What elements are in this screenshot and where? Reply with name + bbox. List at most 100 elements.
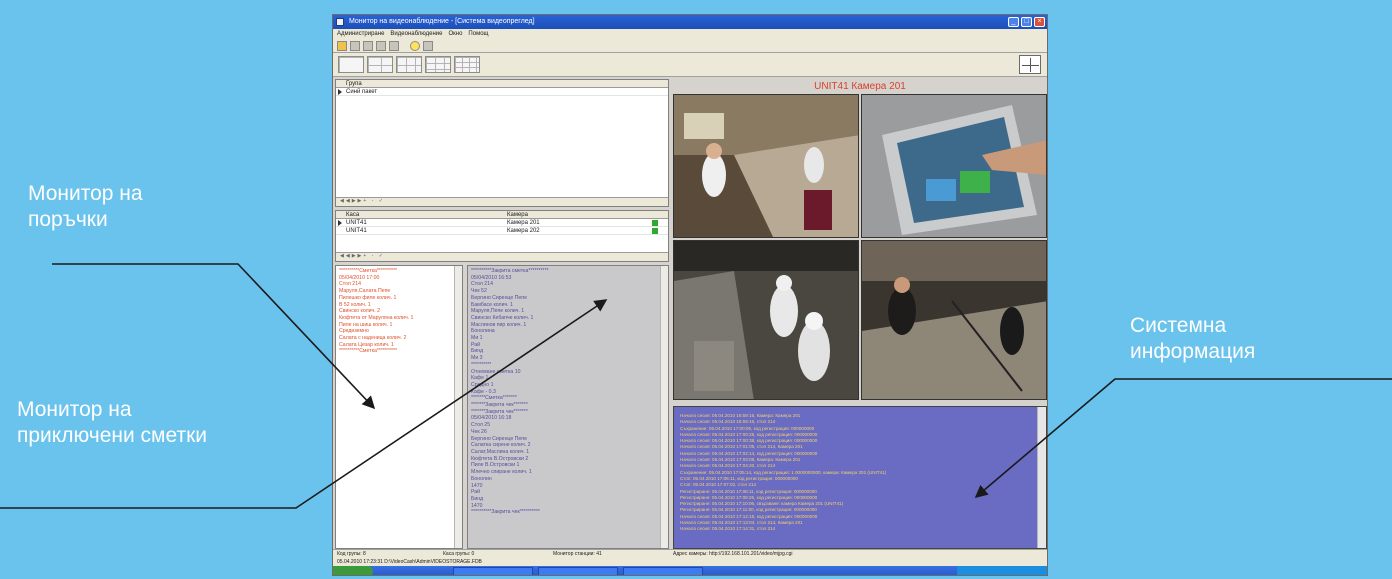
camera-view-2[interactable] [861,94,1047,238]
closed-bill-line: 05/04/2010 16:18 [471,415,512,422]
row-pointer-icon [338,220,342,226]
groups-grid-cell: Синй пакет [346,89,378,95]
camera-2-feed [862,95,1046,237]
order-line: 05/04/2010 17:00 [339,274,380,281]
order-scrollbar[interactable] [454,266,462,548]
menu-bar: Администриране Видеонаблюдение Окно Помо… [333,29,1047,39]
order-line: Пилешко филе колич. 1 [339,294,397,301]
layout-3x2-button[interactable] [396,56,422,73]
taskbar-item[interactable] [538,567,618,575]
closed-bill-line: Бинд [471,495,484,502]
log-line: Начало сесия: 05.04.2010 17:14:31, стол … [680,526,776,532]
layout-single-view-button[interactable] [1019,55,1041,74]
system-info-panel: Начало сесия: 05.04.2010 16:59:16, Камер… [673,406,1047,549]
camera-view-1[interactable] [673,94,859,238]
order-line: **********Сметка********** [339,268,398,274]
system-log: Начало сесия: 05.04.2010 16:59:16, Камер… [680,413,886,533]
title-bar: Монитор на видеонаблюдение - [Система ви… [333,15,1047,29]
maximize-button[interactable]: □ [1021,17,1032,27]
print-icon[interactable] [389,41,399,51]
closed-bill-line: Кафе 1 [471,375,489,382]
order-line: Стол 214 [339,281,361,288]
camera-1-feed [674,95,858,237]
taskbar-item[interactable] [623,567,703,575]
closed-bills-panel: **********Закрита сметка********** 05/04/… [467,265,669,549]
cashier-camera-grid-header: Каса Камера [336,211,668,219]
camera-online-icon [652,220,658,226]
system-log-scrollbar[interactable] [1037,407,1046,548]
open-icon[interactable] [337,41,347,51]
camera-view-4[interactable] [861,240,1047,400]
menu-help[interactable]: Помощ [468,29,488,39]
menu-window[interactable]: Окно [448,29,462,39]
row-pointer-icon [338,89,342,95]
minimize-button[interactable]: _ [1008,17,1019,27]
grid-icon[interactable] [350,41,360,51]
taskbar-item[interactable] [453,567,533,575]
closed-bill-line: Млечно спиране колич. 1 [471,469,532,476]
groups-grid-row[interactable]: Синй пакет [336,88,668,96]
annotation-closed-bills: Монитор на приключени сметки [17,397,207,449]
closed-bill-line: Бергино Сиренце Пепе [471,294,527,301]
camera-online-icon [652,228,658,234]
closed-bills-scrollbar[interactable] [660,266,668,548]
status-path: 05.04.2010 17:23:31 D:\VideoCash\AdminVI… [333,558,1047,566]
groups-navigator[interactable] [336,197,668,206]
status-bar: Код групы: 8 Каса групы: 0 Монитор станц… [333,549,1047,558]
menu-video[interactable]: Видеонаблюдение [390,29,442,39]
order-line: Свинско колич. 2 [339,308,381,315]
app-icon [336,18,344,26]
closed-bill-line: Средно 1 [471,381,494,388]
annotation-closed-bills-line2: приключени сметки [17,424,207,447]
column-cashier[interactable]: Каса [346,211,507,218]
order-line: Кюфтета от Маруляна колич. 1 [339,314,414,321]
closed-bill-line: Стол 25 [471,422,491,429]
camera-4-feed [862,241,1046,399]
closed-bill-line: Бинд [471,348,484,355]
closed-bill-line: 1470 [471,482,483,489]
closed-bill-line: *******Закрита чек******* [471,402,528,409]
system-tray [957,566,1047,575]
column-camera[interactable]: Камера [507,211,668,218]
closed-bills-receipt: **********Закрита сметка********** 05/04/… [468,266,552,518]
closed-bill-line: Стол 214 [471,281,493,288]
closed-bill-line: Маслинов пир колич. 1 [471,321,527,328]
layout-3x3-button[interactable] [425,56,451,73]
closed-bill-line: Бонолин [471,475,492,482]
closed-bill-line: Рай [471,489,481,496]
annotation-system-info-line1: Системна [1130,314,1227,337]
taskbar [333,566,1047,575]
layout-4x4-button[interactable] [454,56,480,73]
menu-admin[interactable]: Администриране [337,29,384,39]
cashier-camera-grid: Каса Камера UNIT41 Камера 201 UNIT41 Кам… [335,210,669,262]
camera-view-3[interactable] [673,240,859,400]
groups-grid: Група Синй пакет [335,79,669,207]
closed-bill-line: 1470 [471,502,483,509]
start-button[interactable] [333,566,373,575]
closed-bill-line: Чек 52 [471,288,487,295]
edit-icon[interactable] [363,41,373,51]
bulb-icon[interactable] [410,41,420,51]
camera-3-feed [674,241,858,399]
order-monitor-arrow [52,263,376,410]
closed-bill-line: Салатка сирене колич. 2 [471,442,531,449]
annotation-closed-bills-line1: Монитор на [17,398,132,421]
cashier-navigator[interactable] [336,252,668,261]
order-receipt: **********Сметка********** 05/04/2010 17:… [336,266,416,357]
close-button[interactable]: × [1034,17,1045,27]
closed-bill-line: Кюфтета В.Островски 2 [471,455,529,462]
save-icon[interactable] [423,41,433,51]
cashier-cell: UNIT41 [346,220,367,226]
groups-grid-header[interactable]: Група [336,80,668,88]
annotation-system-info: Системна информация [1130,313,1255,365]
order-monitor-panel: **********Сметка********** 05/04/2010 17:… [335,265,463,549]
closed-bill-line: *******Закрита чек******* [471,408,528,415]
table-row[interactable]: UNIT41 Камера 201 [336,219,668,227]
closed-bill-line: ********** [471,361,492,368]
layout-1x1-button[interactable] [338,56,364,73]
window-title: Монитор на видеонаблюдение - [Система ви… [349,18,535,25]
table-row[interactable]: UNIT41 Камера 202 [336,227,668,235]
closed-bill-line: 05/04/2010 16:53 [471,274,512,281]
monitor-icon[interactable] [376,41,386,51]
layout-2x2-button[interactable] [367,56,393,73]
